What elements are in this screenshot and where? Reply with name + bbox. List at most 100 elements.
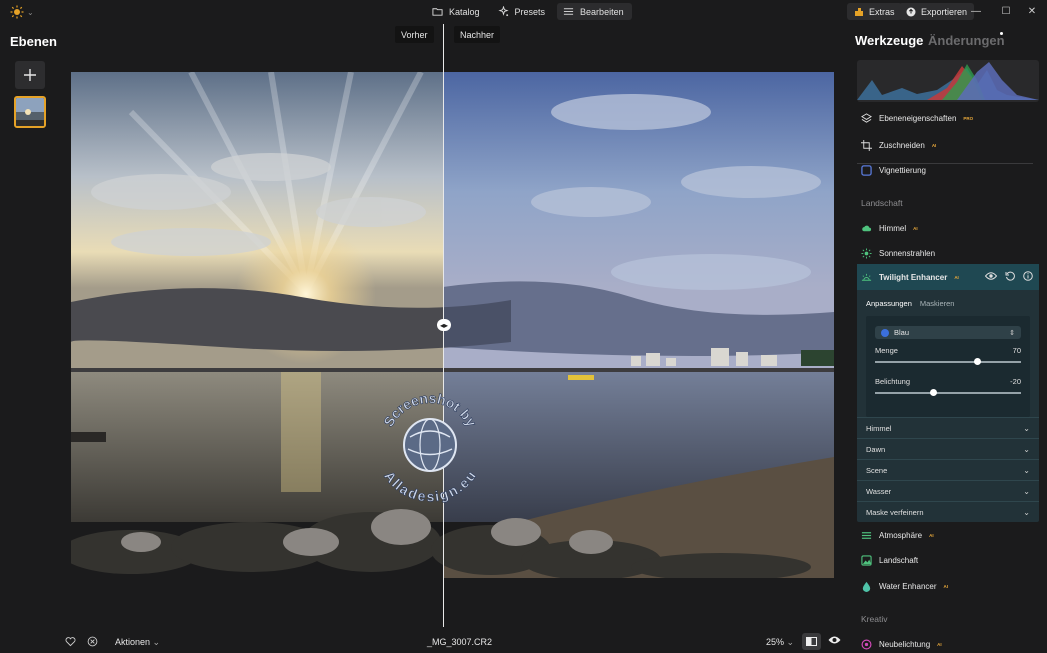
histogram-graph — [857, 62, 1039, 100]
tool-relight-label: Neubelichtung — [879, 639, 931, 649]
changes-title[interactable]: Änderungen — [928, 33, 1005, 48]
tab-bearbeiten-label: Bearbeiten — [580, 6, 624, 17]
twilight-icon — [861, 273, 872, 281]
exposure-slider-knob[interactable] — [929, 389, 937, 396]
accordion-sky[interactable]: Himmel ⌄ — [857, 417, 1039, 438]
app-window: ⌄ Katalog Presets Bearbeiten Extras Expo… — [0, 0, 1047, 653]
amount-slider-knob[interactable] — [973, 358, 981, 365]
maximize-button[interactable]: ☐ — [998, 4, 1014, 18]
info-icon[interactable] — [1023, 271, 1033, 281]
twilight-enhancer-header[interactable]: Twilight Enhancer AI — [857, 264, 1039, 290]
top-bar: ⌄ Katalog Presets Bearbeiten Extras Expo… — [0, 0, 1047, 24]
tab-adjustments[interactable]: Anpassungen — [866, 299, 912, 308]
reset-icon[interactable] — [1005, 271, 1015, 281]
exposure-slider-track[interactable] — [875, 392, 1021, 394]
sun-rays-icon — [861, 247, 872, 259]
accordion-sky-label: Himmel — [866, 423, 892, 433]
amount-slider-track[interactable] — [875, 361, 1021, 363]
extras-label: Extras — [869, 6, 895, 17]
tool-vignette-label: Vignettierung — [879, 165, 926, 175]
heart-icon[interactable] — [65, 636, 76, 647]
add-layer-button[interactable] — [15, 61, 45, 89]
twilight-enhancer-label: Twilight Enhancer — [879, 272, 948, 282]
after-label: Nachher — [454, 26, 501, 43]
amount-label: Menge — [875, 346, 898, 355]
accordion-dawn[interactable]: Dawn ⌄ — [857, 438, 1039, 459]
layer-thumbnail[interactable] — [14, 96, 46, 128]
tool-layer-properties[interactable]: Ebeneneigenschaften PRO — [861, 111, 973, 125]
accordion-refine-mask[interactable]: Maske verfeinern ⌄ — [857, 501, 1039, 522]
accordion-scene[interactable]: Scene ⌄ — [857, 459, 1039, 480]
layers-title: Ebenen — [10, 34, 57, 49]
app-menu-button[interactable]: ⌄ — [10, 4, 36, 20]
tab-bearbeiten[interactable]: Bearbeiten — [557, 3, 632, 20]
pro-badge: PRO — [963, 115, 974, 121]
twilight-enhancer-title: Twilight Enhancer AI — [861, 270, 959, 284]
accordion-dawn-label: Dawn — [866, 444, 886, 454]
tool-water-enhancer[interactable]: Water Enhancer AI — [861, 579, 948, 593]
twilight-tabs: Anpassungen Maskieren — [866, 299, 954, 308]
tools-panel: Werkzeuge Änderungen Ebeneneigenschaften… — [848, 24, 1047, 653]
blue-swatch-icon — [881, 328, 889, 337]
accordion-water[interactable]: Wasser ⌄ — [857, 480, 1039, 501]
amount-value[interactable]: 70 — [991, 346, 1021, 355]
watermark-bottom-text: Alladesign.eu — [381, 468, 479, 505]
main-nav-tabs: Katalog Presets Bearbeiten — [426, 3, 632, 20]
tab-katalog[interactable]: Katalog — [426, 3, 488, 20]
maximize-icon: ☐ — [1001, 5, 1011, 17]
reject-icon[interactable] — [87, 636, 98, 647]
chevron-down-icon: ⌄ — [786, 637, 795, 647]
chevron-down-icon: ⌄ — [1023, 465, 1030, 475]
color-select[interactable]: Blau ⇕ — [875, 326, 1021, 339]
extras-button[interactable]: Extras — [847, 3, 902, 20]
tab-katalog-label: Katalog — [449, 6, 480, 17]
exposure-label: Belichtung — [875, 377, 911, 386]
exposure-value[interactable]: -20 — [991, 377, 1021, 386]
changes-indicator — [1000, 32, 1003, 35]
tab-presets-label: Presets — [514, 6, 546, 17]
twilight-controls: Blau ⇕ Menge 70 Belichtung -20 — [866, 316, 1030, 417]
tools-title[interactable]: Werkzeuge — [855, 33, 923, 48]
before-label: Vorher — [395, 26, 434, 43]
compare-view-button[interactable] — [802, 633, 821, 650]
tab-presets[interactable]: Presets — [492, 3, 554, 20]
chevron-down-icon: ⌄ — [27, 7, 34, 17]
sliders-icon — [563, 8, 574, 15]
chevron-down-icon: ⌄ — [1023, 507, 1030, 517]
visibility-eye-icon[interactable] — [985, 271, 997, 281]
tool-crop-label: Zuschneiden — [879, 140, 925, 150]
chevron-down-icon: ⌄ — [1023, 423, 1030, 433]
file-name: _MG_3007.CR2 — [427, 637, 493, 647]
tool-vignette[interactable]: Vignettierung — [861, 163, 926, 177]
ai-badge: AI — [913, 225, 918, 231]
chevron-down-icon: ⌄ — [1023, 444, 1030, 454]
close-button[interactable]: ✕ — [1024, 4, 1040, 18]
tab-masking[interactable]: Maskieren — [920, 299, 955, 308]
tool-relight[interactable]: Neubelichtung AI — [861, 637, 942, 651]
vignette-icon — [861, 164, 872, 176]
updown-icon: ⇕ — [1009, 329, 1015, 337]
export-button[interactable]: Exportieren — [899, 3, 975, 20]
water-drop-icon — [862, 581, 871, 592]
tool-sky[interactable]: Himmel AI — [861, 221, 918, 235]
compare-handle[interactable]: ◂▸ — [437, 319, 451, 331]
puzzle-icon — [855, 7, 863, 16]
tool-water-enhancer-label: Water Enhancer — [879, 581, 937, 591]
layer-thumbnail-image — [16, 98, 44, 126]
tool-sky-label: Himmel — [879, 223, 907, 233]
actions-menu[interactable]: Aktionen ⌄ — [115, 637, 160, 648]
watermark-badge: Screenshot by Alladesign.eu — [370, 385, 490, 505]
chevron-down-icon: ⌄ — [1023, 486, 1030, 496]
chevron-down-icon: ⌄ — [152, 637, 161, 647]
tool-sunrays[interactable]: Sonnenstrahlen — [861, 246, 935, 260]
eye-icon[interactable] — [828, 635, 841, 645]
landscape-icon — [861, 554, 872, 566]
relight-icon — [861, 639, 872, 649]
zoom-dropdown[interactable]: 25% ⌄ — [766, 637, 794, 648]
minimize-button[interactable]: — — [968, 4, 984, 18]
twilight-enhancer-panel: Twilight Enhancer AI Anpassungen Maskiere… — [857, 264, 1039, 522]
tool-atmosphere[interactable]: Atmosphäre AI — [861, 528, 934, 542]
tool-landscape-label: Landschaft — [879, 555, 919, 565]
tool-crop[interactable]: Zuschneiden AI — [861, 138, 936, 152]
tool-landscape[interactable]: Landschaft — [861, 553, 918, 567]
